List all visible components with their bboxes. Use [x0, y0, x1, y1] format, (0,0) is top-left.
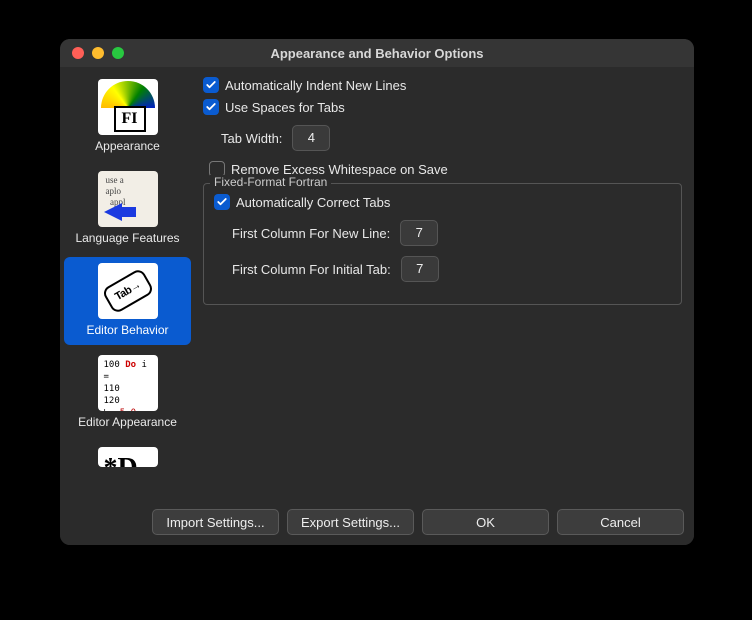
first-col-tab-row: First Column For Initial Tab: 7	[232, 256, 671, 282]
first-col-newline-input[interactable]: 7	[400, 220, 438, 246]
language-features-icon: use aaplo appl	[98, 171, 158, 227]
checkbox-checked-icon[interactable]	[214, 194, 230, 210]
fixed-format-group: Fixed-Format Fortran Automatically Corre…	[203, 183, 682, 305]
preferences-window: Appearance and Behavior Options FI Appea…	[60, 39, 694, 545]
auto-correct-tabs-label: Automatically Correct Tabs	[236, 195, 390, 210]
sidebar-item-editor-behavior[interactable]: Tab→ Editor Behavior	[64, 257, 191, 345]
cancel-button[interactable]: Cancel	[557, 509, 684, 535]
use-spaces-row[interactable]: Use Spaces for Tabs	[203, 99, 682, 115]
editor-behavior-icon: Tab→	[98, 263, 158, 319]
ok-button[interactable]: OK	[422, 509, 549, 535]
sidebar-item-language-features[interactable]: use aaplo appl Language Features	[64, 165, 191, 253]
button-bar: Import Settings... Export Settings... OK…	[60, 501, 694, 545]
sidebar-item-editor-appearance[interactable]: 100 Do i =110120↳ -5.0 Editor Appearance	[64, 349, 191, 437]
tab-width-row: Tab Width: 4	[221, 125, 682, 151]
editor-appearance-icon: 100 Do i =110120↳ -5.0	[98, 355, 158, 411]
auto-correct-tabs-row[interactable]: Automatically Correct Tabs	[214, 194, 671, 210]
first-col-newline-label: First Column For New Line:	[232, 226, 390, 241]
sidebar-item-label: Editor Behavior	[66, 323, 189, 337]
checkbox-checked-icon[interactable]	[203, 77, 219, 93]
close-icon[interactable]	[72, 47, 84, 59]
tab-width-input[interactable]: 4	[292, 125, 330, 151]
window-controls	[60, 47, 124, 59]
content-panel: Automatically Indent New Lines Use Space…	[195, 67, 694, 501]
first-col-tab-label: First Column For Initial Tab:	[232, 262, 391, 277]
use-spaces-label: Use Spaces for Tabs	[225, 100, 345, 115]
auto-indent-label: Automatically Indent New Lines	[225, 78, 406, 93]
tab-width-label: Tab Width:	[221, 131, 282, 146]
first-col-newline-row: First Column For New Line: 7	[232, 220, 671, 246]
sidebar: FI Appearance use aaplo appl Language Fe…	[60, 67, 195, 501]
zoom-icon[interactable]	[112, 47, 124, 59]
checkbox-checked-icon[interactable]	[203, 99, 219, 115]
titlebar: Appearance and Behavior Options	[60, 39, 694, 67]
appearance-icon: FI	[98, 79, 158, 135]
sidebar-item-extra[interactable]: *D..	[64, 441, 191, 467]
sidebar-item-label: Appearance	[66, 139, 189, 153]
export-settings-button[interactable]: Export Settings...	[287, 509, 414, 535]
window-title: Appearance and Behavior Options	[60, 46, 694, 61]
minimize-icon[interactable]	[92, 47, 104, 59]
fixed-format-legend: Fixed-Format Fortran	[210, 175, 331, 189]
import-settings-button[interactable]: Import Settings...	[152, 509, 279, 535]
sidebar-item-label: Language Features	[66, 231, 189, 245]
extra-icon: *D..	[98, 447, 158, 467]
auto-indent-row[interactable]: Automatically Indent New Lines	[203, 77, 682, 93]
first-col-tab-input[interactable]: 7	[401, 256, 439, 282]
sidebar-item-appearance[interactable]: FI Appearance	[64, 73, 191, 161]
sidebar-item-label: Editor Appearance	[66, 415, 189, 429]
